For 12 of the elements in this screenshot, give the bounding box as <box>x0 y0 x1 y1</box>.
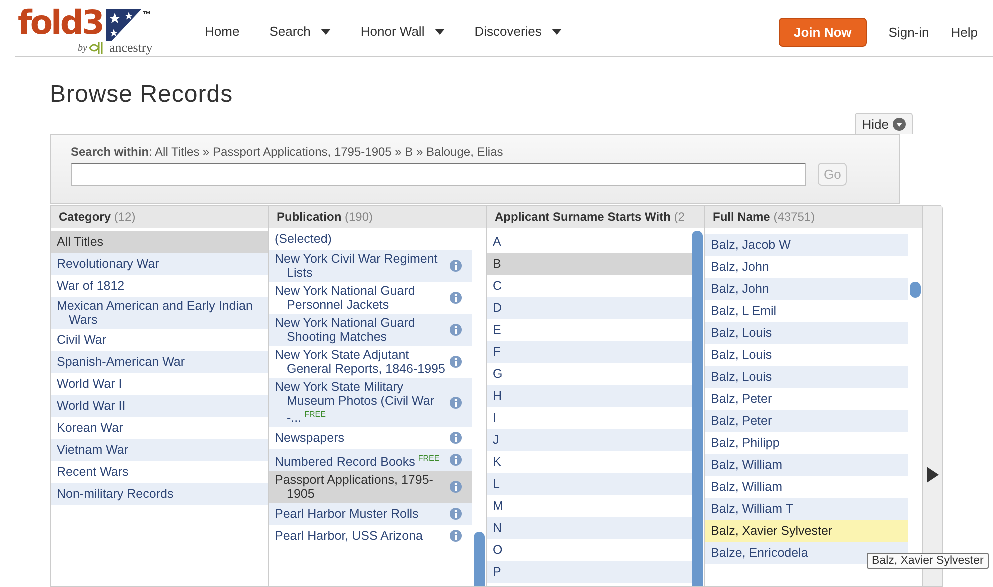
column-header: Applicant Surname Starts With (2 <box>487 206 704 228</box>
search-within-path: Search within: All Titles » Passport Applications, 1795-1905 » B » Balouge, Elias <box>71 145 504 159</box>
page-title: Browse Records <box>50 80 234 110</box>
tooltip: Balz, Xavier Sylvester <box>867 553 989 569</box>
free-label: FREE <box>418 454 440 463</box>
column-header: Publication (190) <box>269 206 486 228</box>
by-text: by <box>78 42 88 54</box>
partner-name: ancestry <box>109 40 153 56</box>
trademark-mark: ™ <box>142 10 151 19</box>
free-label: FREE <box>304 410 326 419</box>
column-header: Category (12) <box>51 206 268 228</box>
column-header: Full Name (43751) <box>705 206 922 228</box>
